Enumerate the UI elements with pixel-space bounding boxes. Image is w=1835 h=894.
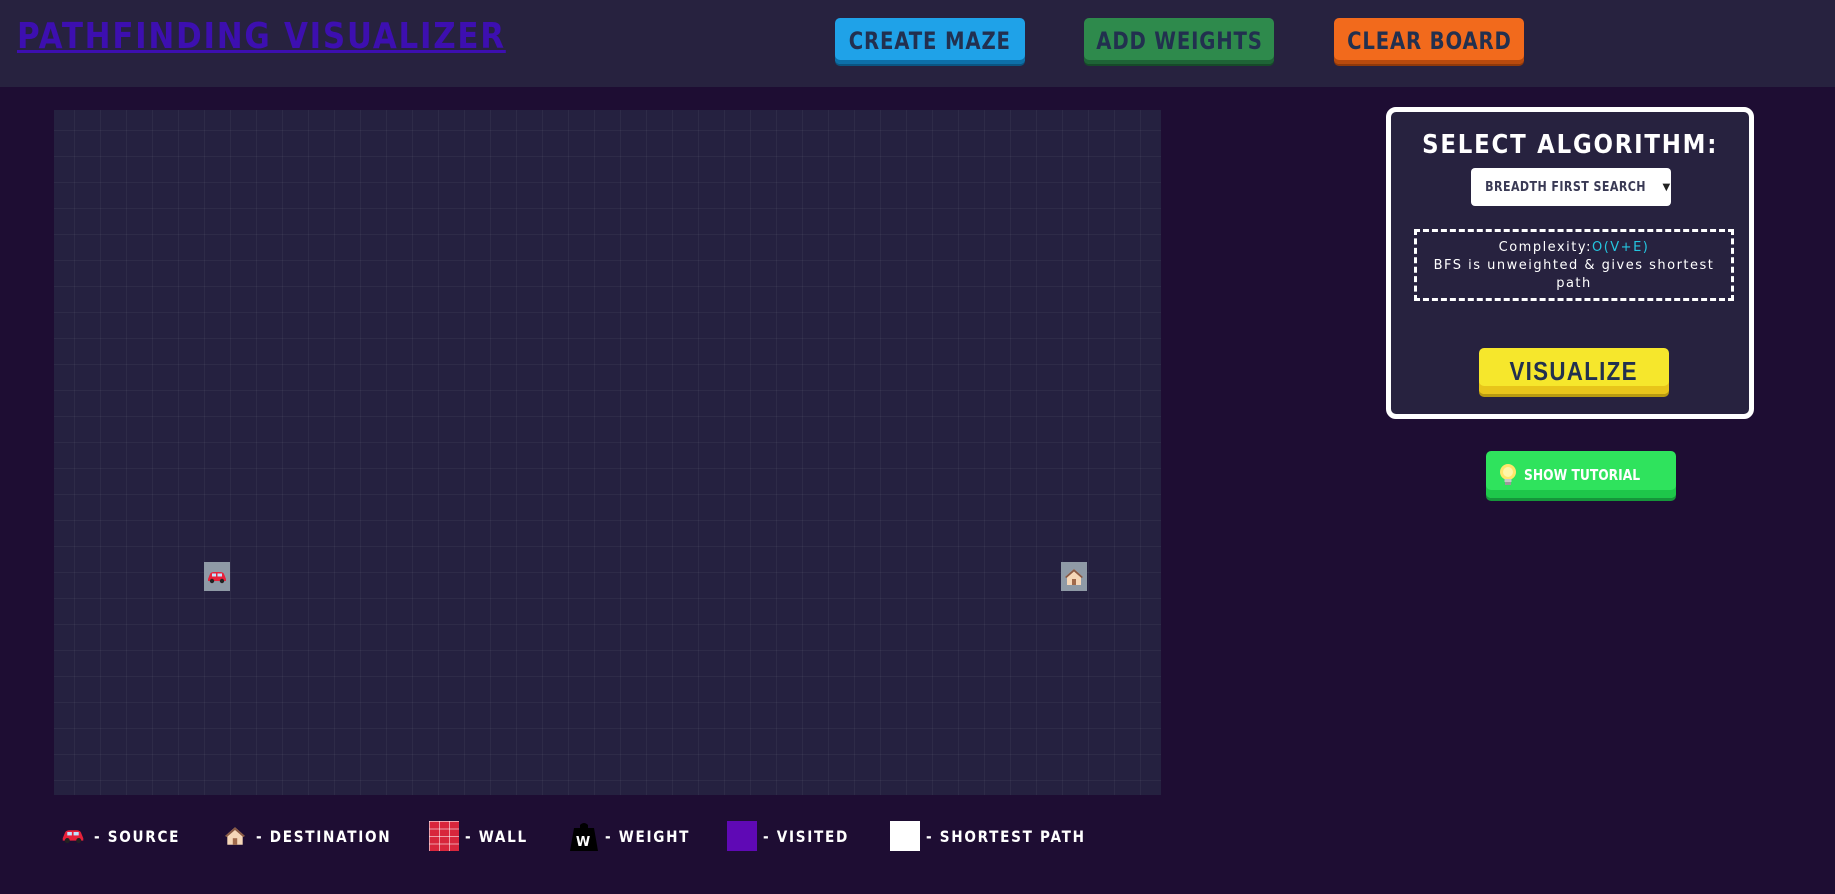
legend-visited-label: - VISITED	[763, 826, 849, 846]
chevron-down-icon: ▼	[1662, 181, 1671, 193]
legend-wall: - WALL	[429, 821, 569, 851]
clear-board-label: CLEAR BOARD	[1346, 27, 1512, 55]
visited-swatch	[727, 821, 757, 851]
house-icon	[220, 821, 250, 851]
algorithm-info: Complexity:O(V+E) BFS is unweighted & gi…	[1414, 229, 1734, 301]
legend-destination-label: - DESTINATION	[256, 826, 392, 846]
algorithm-description: BFS is unweighted & gives shortest path	[1433, 258, 1715, 291]
weight-icon: W	[569, 821, 599, 851]
algorithm-heading: SELECT ALGORITHM:	[1422, 130, 1718, 160]
grid-board[interactable]	[54, 110, 1161, 795]
legend-visited: - VISITED	[727, 821, 890, 851]
shortest-path-swatch	[890, 821, 920, 851]
complexity-line: Complexity:O(V+E)	[1417, 239, 1731, 257]
weight-letter: W	[576, 835, 592, 850]
algorithm-select[interactable]: BREADTH FIRST SEARCH ▼	[1471, 168, 1671, 206]
legend-weight: W - WEIGHT	[569, 821, 727, 851]
selected-algorithm: BREADTH FIRST SEARCH	[1485, 179, 1647, 195]
wall-icon	[429, 821, 459, 851]
complexity-value: O(V+E)	[1591, 240, 1650, 255]
source-node[interactable]	[204, 562, 230, 591]
legend-shortest-path-label: - SHORTEST PATH	[926, 826, 1086, 846]
legend-wall-label: - WALL	[465, 826, 528, 846]
legend: - SOURCE - DESTINATION - WALL W - WEIGHT…	[58, 818, 1158, 854]
lightbulb-icon	[1498, 462, 1518, 488]
show-tutorial-button[interactable]: SHOW TUTORIAL	[1486, 451, 1676, 498]
car-icon	[208, 571, 226, 583]
add-weights-button[interactable]: ADD WEIGHTS	[1084, 18, 1274, 64]
show-tutorial-label: SHOW TUTORIAL	[1524, 465, 1641, 484]
legend-source-label: - SOURCE	[94, 826, 181, 846]
app-title[interactable]: PATHFINDING VISUALIZER	[17, 16, 506, 57]
destination-node[interactable]	[1061, 562, 1087, 591]
complexity-label: Complexity:	[1498, 240, 1592, 255]
add-weights-label: ADD WEIGHTS	[1095, 27, 1263, 55]
legend-shortest-path: - SHORTEST PATH	[890, 821, 1114, 851]
visualize-label: VISUALIZE	[1509, 355, 1639, 386]
clear-board-button[interactable]: CLEAR BOARD	[1334, 18, 1524, 64]
car-icon	[58, 821, 88, 851]
legend-weight-label: - WEIGHT	[605, 826, 691, 846]
legend-destination: - DESTINATION	[220, 821, 429, 851]
create-maze-label: CREATE MAZE	[849, 27, 1012, 55]
header-bar: PATHFINDING VISUALIZER CREATE MAZE ADD W…	[0, 0, 1835, 87]
create-maze-button[interactable]: CREATE MAZE	[835, 18, 1025, 64]
visualize-button[interactable]: VISUALIZE	[1479, 348, 1669, 394]
algorithm-panel: SELECT ALGORITHM: BREADTH FIRST SEARCH ▼…	[1386, 107, 1754, 419]
legend-source: - SOURCE	[58, 821, 220, 851]
house-icon	[1065, 568, 1083, 585]
